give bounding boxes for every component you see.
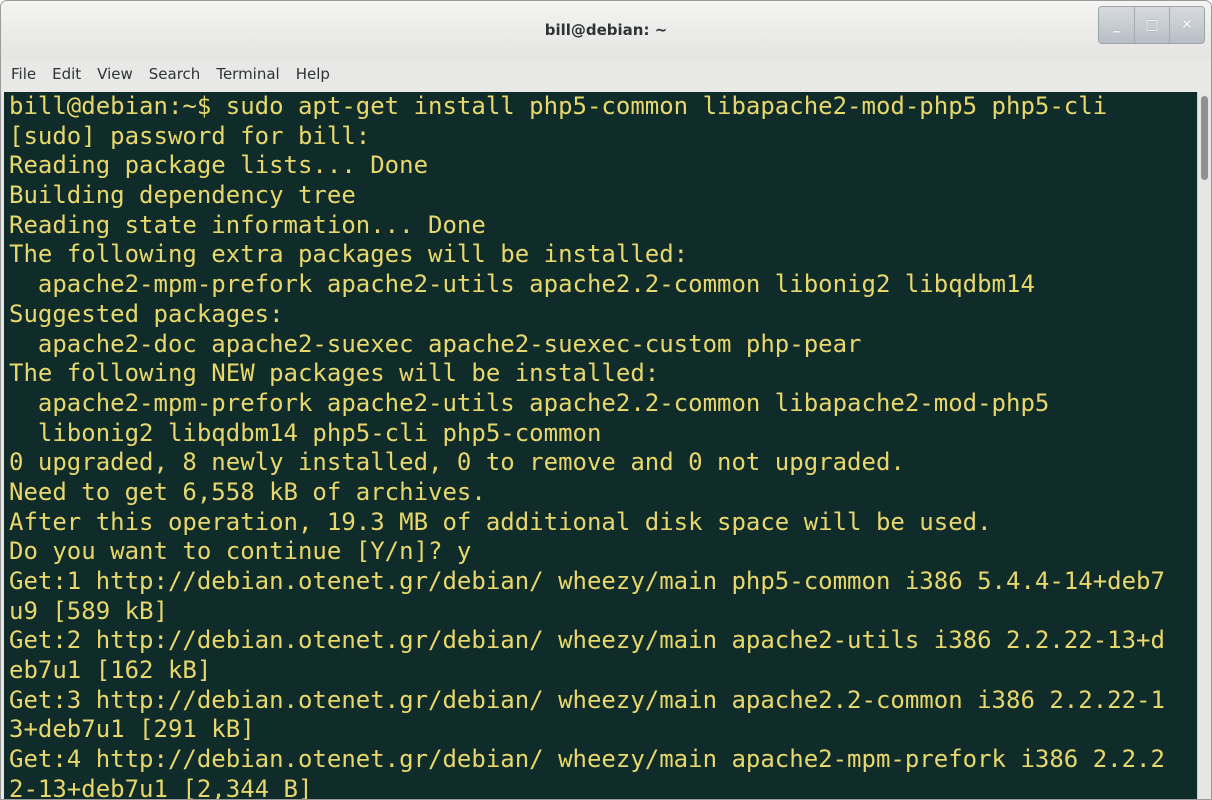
scrollbar-thumb[interactable] (1201, 96, 1208, 180)
terminal-line: 3+deb7u1 [291 kB] (9, 715, 255, 744)
terminal-line: [sudo] password for bill: (9, 121, 371, 150)
terminal-line: The following NEW packages will be insta… (9, 359, 660, 388)
terminal-line: The following extra packages will be ins… (9, 240, 689, 269)
terminal-line: Get:2 http://debian.otenet.gr/debian/ wh… (9, 626, 1165, 655)
window-controls: _ □ ✕ (1098, 6, 1205, 44)
terminal-line: Get:3 http://debian.otenet.gr/debian/ wh… (9, 685, 1165, 714)
minimize-button[interactable]: _ (1099, 7, 1134, 43)
terminal-line: Need to get 6,558 kB of archives. (9, 477, 486, 506)
title-bar[interactable]: bill@debian: ~ _ □ ✕ (1, 1, 1211, 59)
terminal-line: apache2-mpm-prefork apache2-utils apache… (9, 388, 1050, 417)
menu-terminal[interactable]: Terminal (208, 59, 287, 89)
terminal-line: Reading package lists... Done (9, 151, 429, 180)
terminal-line: After this operation, 19.3 MB of additio… (9, 507, 992, 536)
vertical-scrollbar[interactable] (1197, 92, 1211, 799)
menu-bar: File Edit View Search Terminal Help (1, 59, 1211, 89)
terminal-output[interactable]: bill@debian:~$ sudo apt-get install php5… (4, 92, 1198, 800)
terminal-line: 2-13+deb7u1 [2,344 B] (9, 774, 313, 800)
menu-edit[interactable]: Edit (44, 59, 89, 89)
menu-search[interactable]: Search (141, 59, 209, 89)
terminal-line: eb7u1 [162 kB] (9, 656, 212, 685)
terminal-lines: bill@debian:~$ sudo apt-get install php5… (4, 92, 1198, 800)
terminal-line: apache2-doc apache2-suexec apache2-suexe… (9, 329, 862, 358)
close-button[interactable]: ✕ (1169, 7, 1204, 43)
maximize-button[interactable]: □ (1134, 7, 1169, 43)
window-title: bill@debian: ~ (544, 21, 668, 39)
terminal-line: Reading state information... Done (9, 210, 486, 239)
menu-view[interactable]: View (89, 59, 141, 89)
terminal-line: Do you want to continue [Y/n]? y (9, 537, 472, 566)
terminal-line: Building dependency tree (9, 181, 356, 210)
terminal-line: Get:1 http://debian.otenet.gr/debian/ wh… (9, 567, 1165, 595)
terminal-line: libonig2 libqdbm14 php5-cli php5-common (9, 418, 602, 447)
terminal-line: Suggested packages: (9, 299, 284, 328)
terminal-line: bill@debian:~$ sudo apt-get install php5… (9, 92, 1108, 120)
menu-help[interactable]: Help (288, 59, 338, 89)
terminal-line: apache2-mpm-prefork apache2-utils apache… (9, 270, 1035, 299)
terminal-line: u9 [589 kB] (9, 596, 168, 625)
menu-file[interactable]: File (3, 59, 44, 89)
terminal-window: bill@debian: ~ _ □ ✕ File Edit View Sear… (0, 0, 1212, 800)
terminal-line: Get:4 http://debian.otenet.gr/debian/ wh… (9, 745, 1165, 774)
terminal-line: 0 upgraded, 8 newly installed, 0 to remo… (9, 448, 905, 477)
